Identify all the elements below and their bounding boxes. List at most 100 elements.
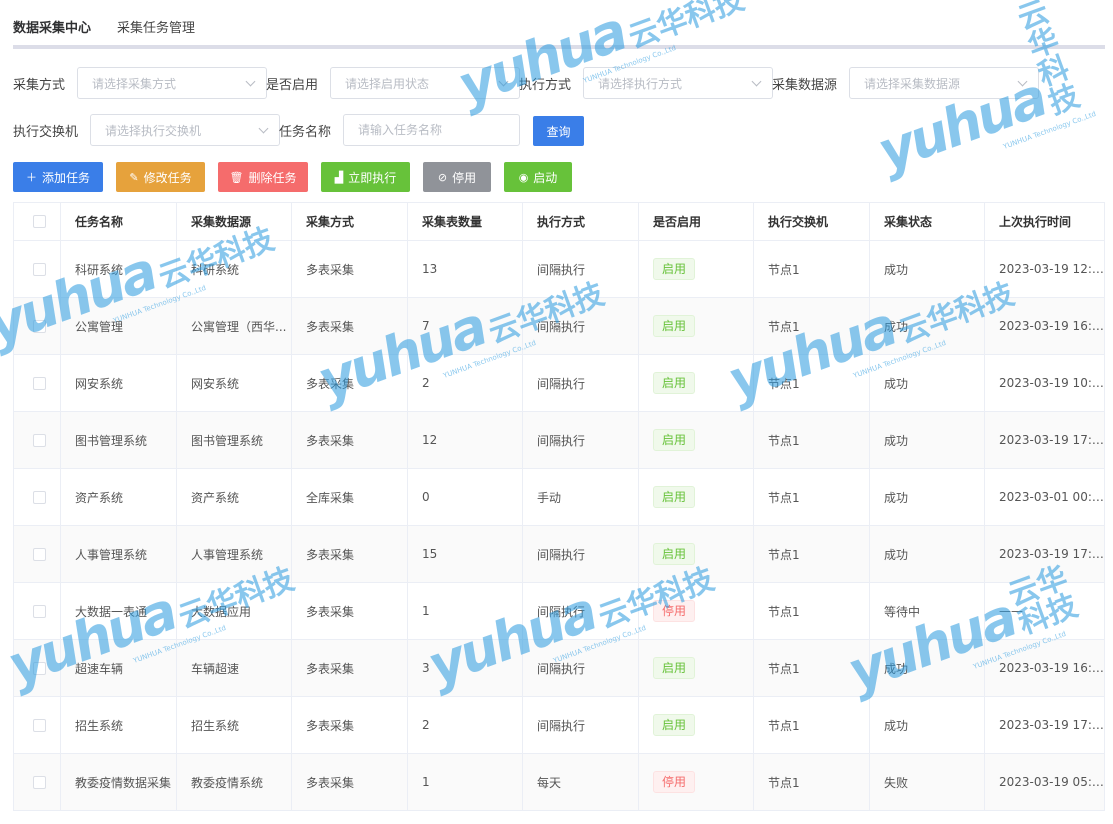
table-cell: 多表采集 [292,697,408,753]
table-header: 任务名称 采集数据源 采集方式 采集表数量 执行方式 是否启用 执行交换机 采集… [14,203,1105,241]
table-cell: 2 [408,355,523,411]
table-cell: 间隔执行 [523,640,639,696]
table-cell: 超速车辆 [61,640,177,696]
exec-select[interactable]: 请选择执行方式 [583,67,773,99]
query-button[interactable]: 查询 [533,116,584,146]
table-row[interactable]: 图书管理系统 图书管理系统 多表采集 12 间隔执行 启用 节点1 成功 2023-03-19 … [14,412,1105,469]
table-cell: 节点1 [754,640,870,696]
table-row[interactable]: 公寓管理 公寓管理（西华... 多表采集 7 间隔执行 启用 节点1 成功 2023-03-19… [14,298,1105,355]
cell-text: 2023-03-19 12:4... [999,262,1104,276]
col-header[interactable]: 采集方式 [292,203,408,240]
disable-button[interactable]: ⊘ 停用 [423,162,491,192]
row-checkbox[interactable] [33,718,46,732]
plus-icon: ＋ [25,171,37,184]
breadcrumb: 数据采集中心 采集任务管理 [13,16,195,36]
table-cell: 多表采集 [292,241,408,297]
add-task-button[interactable]: ＋ 添加任务 [13,162,103,192]
col-header[interactable]: 采集数据源 [177,203,292,240]
enabled-select[interactable]: 请选择启用状态 [330,67,520,99]
table-row[interactable]: 科研系统 科研系统 多表采集 13 间隔执行 启用 节点1 成功 2023-03-19 12:4… [14,241,1105,298]
row-checkbox[interactable] [33,775,46,789]
col-header[interactable]: 采集状态 [870,203,985,240]
cell-text: 资产系统 [75,490,124,505]
cell-text: 多表采集 [306,319,355,334]
table-cell: 多表采集 [292,412,408,468]
table-cell: 教委疫情数据采集 [61,754,177,810]
table-cell: 多表采集 [292,526,408,582]
table-row[interactable]: 人事管理系统 人事管理系统 多表采集 15 间隔执行 启用 节点1 成功 2023-03-19 … [14,526,1105,583]
table-cell: 间隔执行 [523,355,639,411]
cell-text: 2023-03-19 17:2... [999,547,1104,561]
table-cell: 1 [408,754,523,810]
cell-text: 每天 [537,775,562,790]
row-checkbox[interactable] [33,319,46,333]
table-cell: 2023-03-01 00:1... [985,469,1105,525]
cell-text: 成功 [884,376,909,391]
table-cell: 多表采集 [292,583,408,639]
table-row[interactable]: 大数据一表通 大数据应用 多表采集 1 间隔执行 停用 节点1 等待中 —— [14,583,1105,640]
cell-text: 招生系统 [191,718,240,733]
cell-text: 间隔执行 [537,376,586,391]
cell-text: 2023-03-19 17:4... [999,433,1104,447]
table-cell: 0 [408,469,523,525]
table-cell: 2023-03-19 05:0... [985,754,1105,810]
table-row[interactable]: 网安系统 网安系统 多表采集 2 间隔执行 启用 节点1 成功 2023-03-19 10:0.… [14,355,1105,412]
ban-icon: ⊘ [437,170,448,184]
col-header[interactable]: 上次执行时间 [985,203,1105,240]
breadcrumb-root[interactable]: 数据采集中心 [13,17,91,36]
cell-text: 科研系统 [191,262,240,277]
row-checkbox[interactable] [33,547,46,561]
col-header[interactable]: 任务名称 [61,203,177,240]
table-cell: 间隔执行 [523,526,639,582]
col-header[interactable]: 执行方式 [523,203,639,240]
table-row[interactable]: 教委疫情数据采集 教委疫情系统 多表采集 1 每天 停用 节点1 失败 2023-03-19 0… [14,754,1105,811]
cell-text: —— [999,604,1023,618]
cell-text: 多表采集 [306,775,355,790]
col-header[interactable]: 是否启用 [639,203,754,240]
row-checkbox[interactable] [33,661,46,675]
method-placeholder: 请选择采集方式 [92,76,177,91]
cell-text: 2023-03-19 17:2... [999,718,1104,732]
status-badge: 启用 [653,315,696,337]
cell-text: 节点1 [768,604,800,619]
method-select[interactable]: 请选择采集方式 [77,67,267,99]
table-cell: 成功 [870,526,985,582]
table-cell: 13 [408,241,523,297]
cell-text: 间隔执行 [537,604,586,619]
chevron-down-icon [1017,76,1028,87]
row-checkbox[interactable] [33,433,46,447]
table-row[interactable]: 招生系统 招生系统 多表采集 2 间隔执行 启用 节点1 成功 2023-03-19 17:2.… [14,697,1105,754]
row-checkbox[interactable] [33,262,46,276]
table-row[interactable]: 超速车辆 车辆超速 多表采集 3 间隔执行 启用 节点1 成功 2023-03-19 16:5.… [14,640,1105,697]
table-cell: 节点1 [754,754,870,810]
delete-task-button[interactable]: 🗑 删除任务 [218,162,308,192]
enable-button[interactable]: ◉ 启动 [504,162,572,192]
row-checkbox[interactable] [33,604,46,618]
edit-task-button[interactable]: ✎ 修改任务 [116,162,205,192]
table-row[interactable]: 资产系统 资产系统 全库采集 0 手动 启用 节点1 成功 2023-03-01 00:1... [14,469,1105,526]
col-header[interactable]: 执行交换机 [754,203,870,240]
run-now-button[interactable]: ▟ 立即执行 [321,162,410,192]
col-header[interactable]: 采集表数量 [408,203,523,240]
table-cell: 图书管理系统 [177,412,292,468]
table-cell: 多表采集 [292,754,408,810]
cell-text: 节点1 [768,775,800,790]
status-badge: 启用 [653,429,696,451]
method-label: 采集方式 [13,78,66,93]
task-name-input[interactable] [343,114,520,146]
source-select[interactable]: 请选择采集数据源 [849,67,1039,99]
table-cell: 手动 [523,469,639,525]
chart-icon: ▟ [334,170,344,184]
row-checkbox[interactable] [33,376,46,390]
chevron-down-icon [751,76,762,87]
select-all-checkbox[interactable] [33,215,46,228]
enabled-placeholder: 请选择启用状态 [345,76,430,91]
cell-text: 3 [422,661,430,675]
switch-select[interactable]: 请选择执行交换机 [90,114,280,146]
table-cell: 停用 [639,583,754,639]
cell-text: 成功 [884,433,909,448]
table-cell: 大数据应用 [177,583,292,639]
table-cell: 招生系统 [177,697,292,753]
row-checkbox[interactable] [33,490,46,504]
table-cell: 节点1 [754,241,870,297]
